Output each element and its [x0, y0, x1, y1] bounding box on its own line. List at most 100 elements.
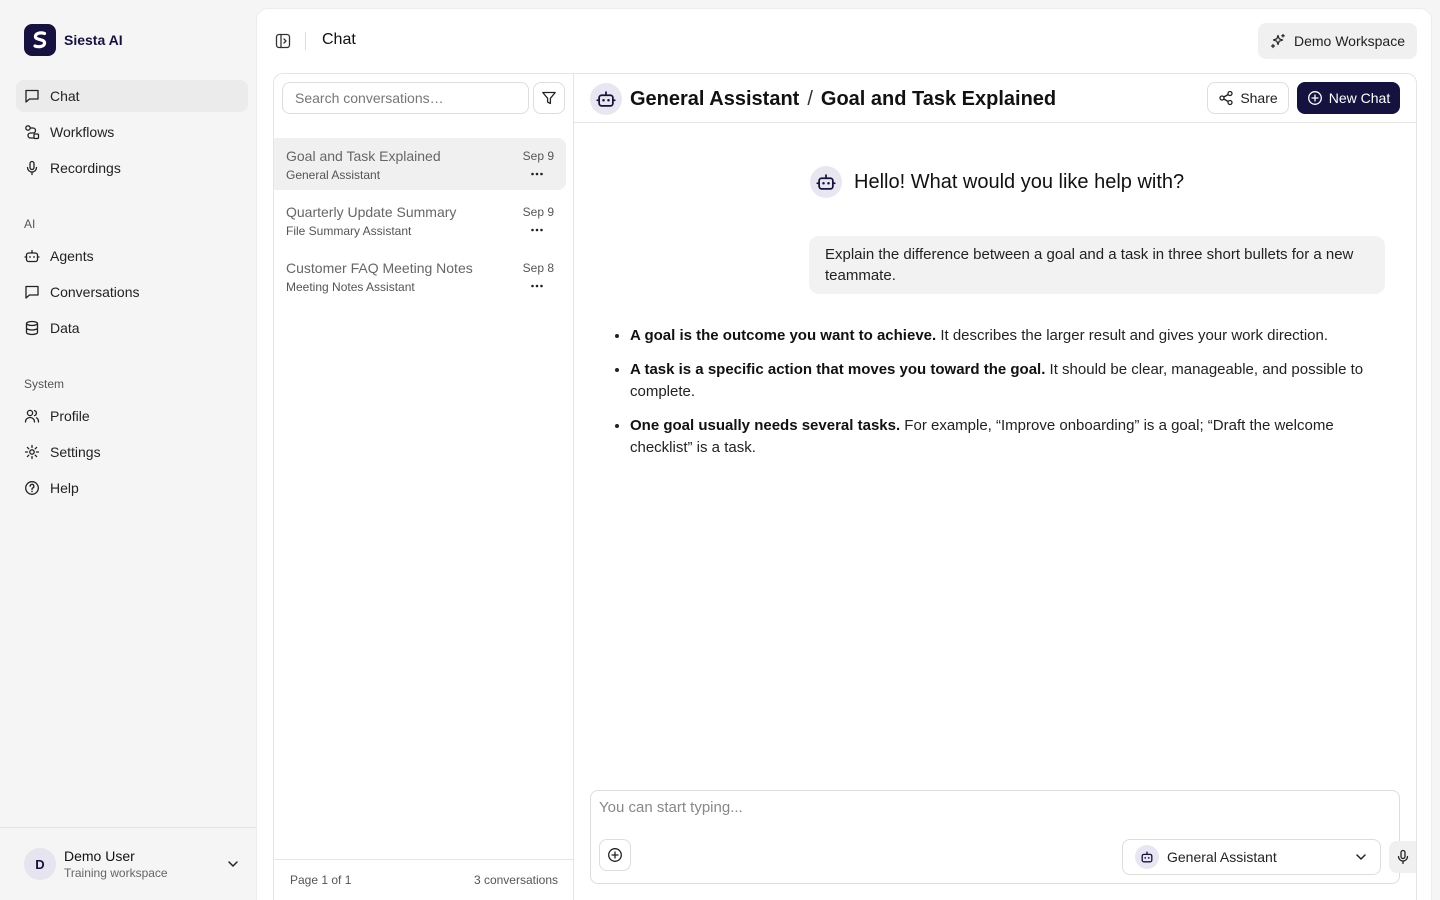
answer-bullet: A goal is the outcome you want to achiev… [630, 324, 1373, 347]
brand[interactable]: Siesta AI [24, 24, 123, 56]
assistant-answer: A goal is the outcome you want to achiev… [613, 324, 1373, 470]
ai-nav: AI Agents Conversations Data [16, 216, 248, 348]
filter-icon [542, 91, 556, 105]
sidebar-item-recordings[interactable]: Recordings [16, 152, 248, 184]
brand-name: Siesta AI [64, 32, 123, 48]
main-panel: Chat Demo Workspace Goal and Task Explai… [256, 8, 1432, 900]
breadcrumb-title: Goal and Task Explained [820, 88, 1057, 110]
sidebar-item-data[interactable]: Data [16, 312, 248, 344]
workspace-button[interactable]: Demo Workspace [1257, 23, 1417, 59]
conversation-title: Quarterly Update Summary [286, 204, 457, 220]
section-label-system: System [24, 377, 65, 391]
section-label-ai: AI [24, 217, 36, 231]
message-composer: General Assistant [590, 790, 1416, 884]
sidebar-item-settings[interactable]: Settings [16, 436, 248, 468]
answer-bullet: A task is a specific action that moves y… [630, 358, 1373, 403]
greeting-text: Hello! What would you like help with? [854, 170, 1185, 193]
sidebar-item-label: Workflows [50, 124, 115, 140]
conversation-agent: Meeting Notes Assistant [286, 280, 415, 294]
user-workspace: Training workspace [64, 865, 168, 880]
plus-circle-icon [1307, 91, 1322, 105]
sidebar-toggle-icon[interactable] [275, 33, 291, 49]
list-item[interactable]: Quarterly Update Summary File Summary As… [274, 194, 566, 246]
chat-content: Goal and Task Explained General Assistan… [273, 73, 1417, 900]
conversation-list-pane: Goal and Task Explained General Assistan… [274, 74, 574, 900]
voice-input-button[interactable] [1389, 841, 1416, 873]
chevron-down-icon[interactable] [226, 857, 240, 871]
sidebar-item-label: Data [50, 320, 80, 336]
filter-button[interactable] [533, 82, 565, 114]
user-message: Explain the difference between a goal an… [809, 236, 1385, 294]
topbar: Chat Demo Workspace [257, 9, 1433, 73]
conversation-title: Goal and Task Explained [286, 148, 441, 164]
new-chat-label: New Chat [1328, 90, 1391, 106]
sidebar-item-agents[interactable]: Agents [16, 240, 248, 272]
chat-header: General Assistant / Goal and Task Explai… [574, 74, 1416, 123]
chat-pane: General Assistant / Goal and Task Explai… [574, 74, 1416, 900]
conversation-agent: General Assistant [286, 168, 381, 182]
topbar-divider [305, 32, 306, 50]
users-icon [24, 409, 40, 423]
sparkles-icon [1270, 33, 1285, 49]
answer-text: It describes the larger result and gives… [936, 327, 1329, 344]
bot-icon [816, 174, 836, 190]
breadcrumb-agent[interactable]: General Assistant [630, 88, 799, 111]
more-horizontal-icon[interactable] [530, 279, 544, 293]
answer-bullet: One goal usually needs several tasks. Fo… [630, 414, 1373, 459]
sidebar-item-chat[interactable]: Chat [16, 80, 248, 112]
brand-logo-icon [24, 24, 56, 56]
conversation-agent: File Summary Assistant [286, 224, 412, 238]
breadcrumb-separator: / [807, 88, 813, 110]
sidebar-item-label: Conversations [50, 284, 140, 300]
agent-avatar [810, 166, 842, 198]
list-item[interactable]: Goal and Task Explained General Assistan… [274, 138, 566, 190]
conversation-date: Sep 9 [522, 149, 554, 163]
workspace-label: Demo Workspace [1293, 33, 1405, 49]
chat-icon [25, 89, 39, 103]
agent-select[interactable]: General Assistant [1122, 839, 1381, 875]
more-horizontal-icon[interactable] [530, 223, 544, 237]
sidebar-item-label: Profile [50, 408, 90, 424]
sidebar-item-label: Settings [50, 444, 101, 460]
mic-icon [26, 160, 38, 176]
agent-avatar [590, 83, 622, 115]
share-icon [1219, 90, 1233, 106]
more-horizontal-icon[interactable] [530, 167, 544, 181]
pagination-footer: Page 1 of 1 3 conversations [274, 859, 574, 899]
workflow-icon [25, 125, 40, 140]
bot-icon [1141, 851, 1153, 863]
user-name: Demo User [64, 847, 135, 864]
answer-bold: A goal is the outcome you want to achiev… [630, 327, 937, 344]
page-title: Chat [322, 31, 356, 48]
conversation-list: Goal and Task Explained General Assistan… [274, 138, 574, 306]
page-indicator: Page 1 of 1 [290, 872, 352, 887]
sidebar-item-workflows[interactable]: Workflows [16, 116, 248, 148]
user-menu[interactable]: D Demo User Training workspace [0, 827, 256, 900]
conversation-date: Sep 8 [522, 261, 554, 275]
answer-bold: A task is a specific action that moves y… [630, 361, 1046, 378]
main-nav: Chat Workflows Recordings [16, 80, 248, 188]
sidebar-item-conversations[interactable]: Conversations [16, 276, 248, 308]
bot-icon [24, 249, 40, 263]
sidebar-item-label: Recordings [50, 160, 121, 176]
bot-icon [596, 91, 616, 107]
agent-avatar [1135, 845, 1159, 869]
database-icon [25, 320, 39, 336]
conversation-title: Customer FAQ Meeting Notes [286, 260, 473, 276]
system-nav: System Profile Settings Help [16, 376, 248, 508]
new-chat-button[interactable]: New Chat [1297, 82, 1400, 114]
share-button[interactable]: Share [1207, 82, 1289, 114]
agent-select-value: General Assistant [1167, 849, 1277, 865]
list-item[interactable]: Customer FAQ Meeting Notes Meeting Notes… [274, 250, 566, 302]
sidebar-item-label: Agents [50, 248, 94, 264]
sidebar-item-profile[interactable]: Profile [16, 400, 248, 432]
sidebar-item-help[interactable]: Help [16, 472, 248, 504]
plus-circle-icon [608, 848, 622, 862]
message-input[interactable] [599, 799, 1389, 823]
avatar: D [24, 848, 56, 880]
chat-icon [25, 285, 39, 299]
conversation-date: Sep 9 [522, 205, 554, 219]
search-input[interactable] [282, 82, 529, 114]
conversation-count: 3 conversations [473, 872, 558, 887]
attach-button[interactable] [599, 839, 631, 871]
